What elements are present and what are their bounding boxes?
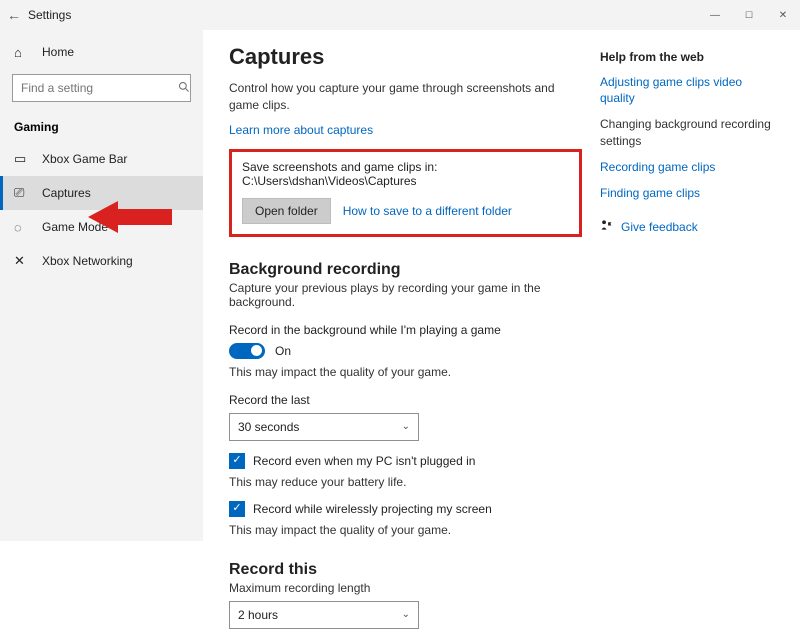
window-minimize-button[interactable]: — <box>698 0 732 30</box>
record-last-label: Record the last <box>229 393 582 407</box>
chevron-down-icon: ⌄ <box>402 421 410 432</box>
max-recording-length-value: 2 hours <box>238 608 278 622</box>
search-input[interactable] <box>19 80 178 96</box>
titlebar: ← Settings — ☐ ✕ <box>0 0 800 30</box>
checkbox-checked-icon: ✓ <box>229 453 245 469</box>
sidebar-item-xbox-networking[interactable]: ✕ Xbox Networking <box>0 244 203 278</box>
record-wireless-checkbox-row[interactable]: ✓ Record while wirelessly projecting my … <box>229 501 582 517</box>
back-icon[interactable]: ← <box>0 7 28 23</box>
sidebar-item-label: Xbox Game Bar <box>42 152 127 166</box>
record-unplugged-label: Record even when my PC isn't plugged in <box>253 454 475 468</box>
record-last-dropdown[interactable]: 30 seconds ⌄ <box>229 413 419 441</box>
game-mode-icon: ◌ <box>14 220 32 235</box>
background-record-toggle[interactable] <box>229 343 265 359</box>
page-title: Captures <box>229 44 582 70</box>
background-recording-title: Background recording <box>229 261 582 279</box>
window-maximize-button[interactable]: ☐ <box>732 0 766 30</box>
sidebar-category: Gaming <box>0 112 203 142</box>
save-location-text: Save screenshots and game clips in: C:\U… <box>242 160 569 188</box>
feedback-icon <box>600 219 613 235</box>
xbox-networking-icon: ✕ <box>14 253 32 269</box>
home-icon: ⌂ <box>14 45 32 60</box>
chevron-down-icon: ⌄ <box>402 609 410 620</box>
record-this-max-label: Maximum recording length <box>229 581 582 595</box>
sidebar-home-label: Home <box>42 45 74 59</box>
give-feedback-label: Give feedback <box>621 220 698 234</box>
background-toggle-state: On <box>275 344 291 358</box>
record-this-title: Record this <box>229 561 582 579</box>
search-icon <box>178 81 190 96</box>
background-toggle-label: Record in the background while I'm playi… <box>229 323 582 337</box>
record-unplugged-hint: This may reduce your battery life. <box>229 475 582 489</box>
give-feedback-row[interactable]: Give feedback <box>600 219 780 235</box>
sidebar-item-label: Xbox Networking <box>42 254 133 268</box>
game-bar-icon: ▭ <box>14 151 32 167</box>
max-recording-length-dropdown[interactable]: 2 hours ⌄ <box>229 601 419 629</box>
main-content: Captures Control how you capture your ga… <box>229 30 600 541</box>
save-location-path: C:\Users\dshan\Videos\Captures <box>242 174 417 188</box>
learn-more-link[interactable]: Learn more about captures <box>229 123 373 137</box>
background-recording-subtitle: Capture your previous plays by recording… <box>229 281 582 309</box>
help-link-recording-clips[interactable]: Recording game clips <box>600 159 780 175</box>
sidebar-item-captures[interactable]: ⎚ Captures <box>0 176 203 210</box>
sidebar-item-xbox-game-bar[interactable]: ▭ Xbox Game Bar <box>0 142 203 176</box>
sidebar: ⌂ Home Gaming ▭ Xbox Game Bar ⎚ Captures… <box>0 30 203 541</box>
checkbox-checked-icon: ✓ <box>229 501 245 517</box>
sidebar-item-label: Game Mode <box>42 220 108 234</box>
save-location-prefix: Save screenshots and game clips in: <box>242 160 437 174</box>
captures-icon: ⎚ <box>14 185 32 201</box>
help-title: Help from the web <box>600 50 780 64</box>
save-location-box: Save screenshots and game clips in: C:\U… <box>229 149 582 237</box>
record-unplugged-checkbox-row[interactable]: ✓ Record even when my PC isn't plugged i… <box>229 453 582 469</box>
help-link-video-quality[interactable]: Adjusting game clips video quality <box>600 74 780 106</box>
save-different-folder-link[interactable]: How to save to a different folder <box>343 204 512 218</box>
open-folder-button[interactable]: Open folder <box>242 198 331 224</box>
window-title: Settings <box>28 8 71 22</box>
sidebar-item-game-mode[interactable]: ◌ Game Mode <box>0 210 203 244</box>
help-sidebar: Help from the web Adjusting game clips v… <box>600 30 780 541</box>
record-wireless-label: Record while wirelessly projecting my sc… <box>253 502 492 516</box>
page-description: Control how you capture your game throug… <box>229 80 582 115</box>
window-close-button[interactable]: ✕ <box>766 0 800 30</box>
sidebar-home[interactable]: ⌂ Home <box>0 36 203 68</box>
record-wireless-hint: This may impact the quality of your game… <box>229 523 582 537</box>
sidebar-item-label: Captures <box>42 186 91 200</box>
search-box[interactable] <box>12 74 191 102</box>
record-last-value: 30 seconds <box>238 420 299 434</box>
help-text-bg-settings: Changing background recording settings <box>600 116 780 148</box>
sidebar-nav: ▭ Xbox Game Bar ⎚ Captures ◌ Game Mode ✕… <box>0 142 203 278</box>
background-toggle-hint: This may impact the quality of your game… <box>229 365 582 379</box>
help-link-finding-clips[interactable]: Finding game clips <box>600 185 780 201</box>
